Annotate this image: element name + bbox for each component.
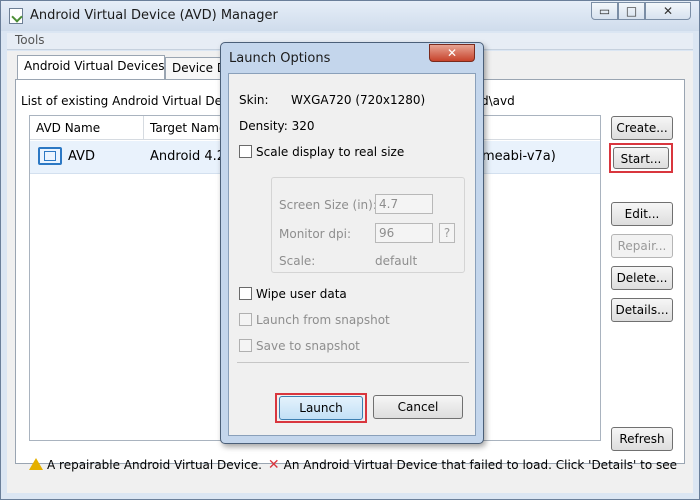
menu-tools[interactable]: Tools bbox=[15, 33, 45, 47]
dialog-separator bbox=[237, 362, 469, 363]
start-button-highlight: Start... bbox=[609, 143, 673, 173]
window-title: Android Virtual Device (AVD) Manager bbox=[30, 8, 278, 23]
launch-options-dialog: Launch Options ✕ Skin: WXGA720 (720x1280… bbox=[220, 42, 484, 444]
window-titlebar[interactable]: Android Virtual Device (AVD) Manager ▭ □… bbox=[1, 1, 699, 31]
screen-size-input[interactable]: 4.7 bbox=[375, 194, 433, 214]
column-header-avd-name[interactable]: AVD Name bbox=[30, 116, 144, 140]
launch-button-highlight: Launch bbox=[275, 393, 367, 423]
minimize-button[interactable]: ▭ bbox=[591, 2, 618, 20]
launch-from-snapshot-label: Launch from snapshot bbox=[256, 313, 390, 327]
dialog-body: Skin: WXGA720 (720x1280) Density: 320 Sc… bbox=[228, 73, 476, 436]
create-button[interactable]: Create... bbox=[611, 116, 673, 140]
checkbox-icon[interactable] bbox=[239, 145, 252, 158]
monitor-dpi-label: Monitor dpi: bbox=[279, 227, 352, 241]
skin-row: Skin: WXGA720 (720x1280) bbox=[239, 93, 425, 107]
list-caption: List of existing Android Virtual De bbox=[21, 94, 222, 108]
scale-display-checkbox[interactable]: Scale display to real size bbox=[239, 145, 404, 159]
save-to-snapshot-checkbox[interactable]: Save to snapshot bbox=[239, 339, 360, 353]
repair-button[interactable]: Repair... bbox=[611, 234, 673, 258]
density-label: Density: bbox=[239, 119, 288, 133]
legend-status: A repairable Android Virtual Device. ✕ An … bbox=[29, 457, 679, 475]
cell-target-name: Android 4.2. bbox=[150, 149, 230, 164]
wipe-user-data-label: Wipe user data bbox=[256, 287, 347, 301]
list-caption-path-tail: d\avd bbox=[481, 94, 515, 108]
dpi-help-button[interactable]: ? bbox=[439, 223, 455, 243]
scale-display-label: Scale display to real size bbox=[256, 145, 405, 159]
scale-options-group: Screen Size (in): 4.7 Monitor dpi: 96 ? … bbox=[271, 177, 465, 273]
save-to-snapshot-label: Save to snapshot bbox=[256, 339, 360, 353]
details-button[interactable]: Details... bbox=[611, 298, 673, 322]
launch-from-snapshot-checkbox[interactable]: Launch from snapshot bbox=[239, 313, 390, 327]
wipe-user-data-checkbox[interactable]: Wipe user data bbox=[239, 287, 347, 301]
cancel-button[interactable]: Cancel bbox=[373, 395, 463, 419]
warning-icon bbox=[29, 458, 43, 470]
monitor-dpi-input[interactable]: 96 bbox=[375, 223, 433, 243]
checkbox-icon[interactable] bbox=[239, 287, 252, 300]
cell-avd-name: AVD bbox=[68, 149, 95, 164]
close-button[interactable]: ✕ bbox=[645, 2, 691, 20]
maximize-button[interactable]: □ bbox=[618, 2, 645, 20]
edit-button[interactable]: Edit... bbox=[611, 202, 673, 226]
checkbox-icon[interactable] bbox=[239, 313, 252, 326]
density-value: 320 bbox=[291, 119, 315, 133]
delete-button[interactable]: Delete... bbox=[611, 266, 673, 290]
android-download-icon bbox=[9, 8, 23, 24]
cell-cpu-abi: meabi-v7a) bbox=[482, 149, 556, 164]
scale-label: Scale: bbox=[279, 254, 316, 268]
device-icon bbox=[38, 147, 62, 165]
checkbox-icon[interactable] bbox=[239, 339, 252, 352]
skin-label: Skin: bbox=[239, 93, 269, 107]
tab-android-virtual-devices[interactable]: Android Virtual Devices bbox=[17, 55, 165, 79]
error-icon: ✕ bbox=[267, 457, 280, 473]
refresh-button[interactable]: Refresh bbox=[611, 427, 673, 451]
launch-button[interactable]: Launch bbox=[279, 396, 363, 420]
density-row: Density: 320 bbox=[239, 119, 315, 133]
legend-repairable: A repairable Android Virtual Device. bbox=[47, 458, 262, 472]
legend-failed: An Android Virtual Device that failed to… bbox=[283, 458, 679, 472]
scale-value: default bbox=[375, 254, 418, 268]
start-button[interactable]: Start... bbox=[613, 147, 669, 169]
dialog-title: Launch Options bbox=[229, 51, 331, 66]
dialog-close-button[interactable]: ✕ bbox=[429, 44, 475, 62]
skin-value: WXGA720 (720x1280) bbox=[291, 93, 426, 107]
screen-size-label: Screen Size (in): bbox=[279, 198, 377, 212]
